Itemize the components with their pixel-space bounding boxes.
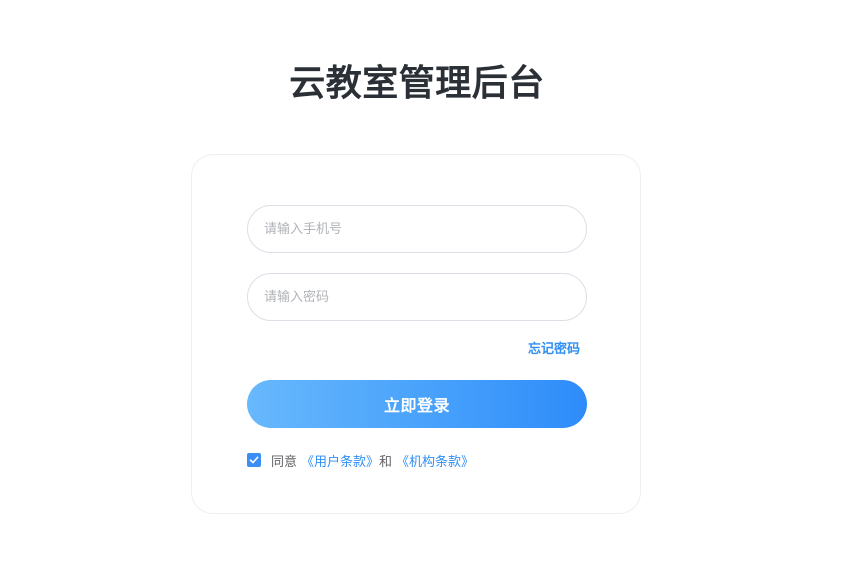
login-page: 云教室管理后台 忘记密码 立即登录 同意 《用户条款》 和 《机构条款》: [0, 0, 864, 578]
agreement-checkbox[interactable]: [247, 453, 261, 467]
agreement-prefix: 同意: [271, 454, 298, 470]
page-title: 云教室管理后台: [289, 63, 545, 104]
forgot-password-link[interactable]: 忘记密码: [528, 341, 580, 359]
password-field[interactable]: [247, 273, 587, 321]
password-input[interactable]: [248, 274, 586, 320]
login-card: 忘记密码 立即登录 同意 《用户条款》 和 《机构条款》: [191, 154, 641, 514]
check-icon: [249, 456, 259, 464]
phone-field[interactable]: [247, 205, 587, 253]
user-terms-link[interactable]: 《用户条款》: [301, 451, 379, 470]
agreement-conjunction: 和: [379, 454, 393, 470]
phone-input[interactable]: [248, 206, 586, 252]
login-button[interactable]: 立即登录: [247, 380, 587, 428]
org-terms-link[interactable]: 《机构条款》: [396, 451, 474, 470]
agreement-row: 同意 《用户条款》 和 《机构条款》: [247, 451, 474, 470]
